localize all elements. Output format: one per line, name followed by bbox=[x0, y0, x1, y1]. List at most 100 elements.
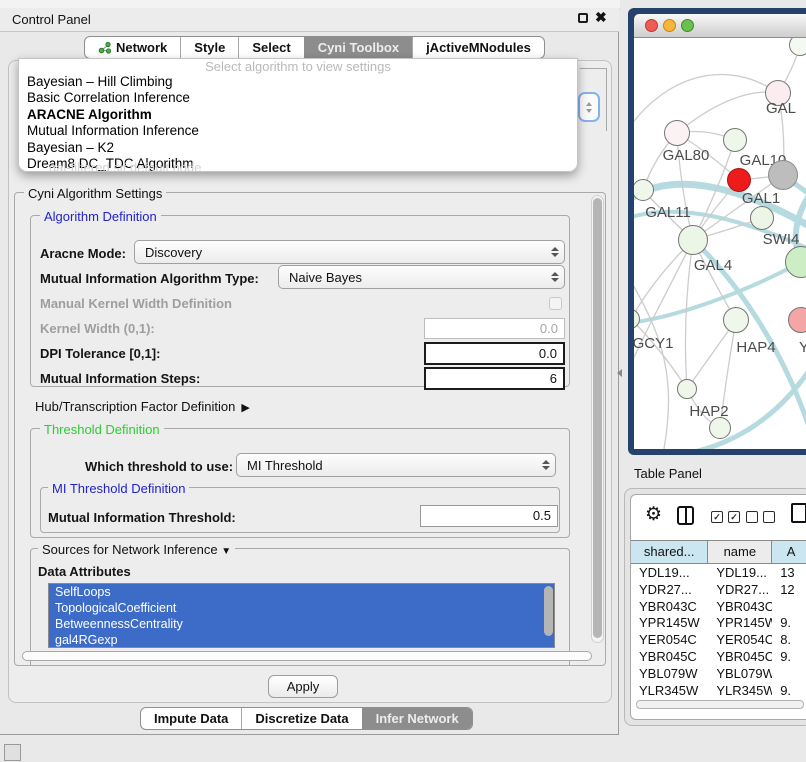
expand-arrow-icon[interactable]: ▶ bbox=[241, 401, 249, 414]
tab-discretize-data[interactable]: Discretize Data bbox=[241, 708, 361, 729]
tab-network[interactable]: Network bbox=[85, 37, 180, 58]
manual-kernel-label: Manual Kernel Width Definition bbox=[40, 296, 232, 311]
kernel-width-label: Kernel Width (0,1): bbox=[40, 321, 155, 336]
table-row[interactable]: YBR043CYBR043C bbox=[631, 599, 806, 616]
aracne-mode-select[interactable]: Discovery bbox=[134, 240, 565, 264]
tab-infer-network[interactable]: Infer Network bbox=[362, 708, 472, 729]
dpi-tolerance-field[interactable]: 0.0 bbox=[424, 342, 565, 365]
mi-threshold-field[interactable]: 0.5 bbox=[420, 505, 558, 527]
settings-hscrollbar-thumb[interactable] bbox=[22, 651, 592, 661]
table-row[interactable]: YER054CYER054C8. bbox=[631, 632, 806, 649]
collapse-arrow-icon[interactable]: ▼ bbox=[221, 546, 231, 557]
close-window-icon[interactable] bbox=[645, 19, 658, 32]
table-row[interactable]: YBR045CYBR045C9. bbox=[631, 649, 806, 666]
network-node-gal10[interactable] bbox=[723, 128, 747, 152]
network-node-gal80[interactable] bbox=[664, 120, 690, 146]
panel-divider-arrow-icon[interactable] bbox=[617, 369, 622, 377]
table-row[interactable]: YPR145WYPR145W9. bbox=[631, 615, 806, 632]
table-cell: YBR045C bbox=[631, 649, 708, 666]
hub-definition-section[interactable]: Hub/Transcription Factor Definition▶ bbox=[35, 399, 250, 414]
tab-jactivemnodules[interactable]: jActiveMNodules bbox=[412, 37, 544, 58]
network-window-titlebar[interactable] bbox=[634, 14, 806, 38]
attributes-list-scrollbar-thumb[interactable] bbox=[544, 586, 553, 636]
gear-icon[interactable]: ⚙ bbox=[645, 503, 662, 526]
table-cell: YLR345W bbox=[631, 683, 708, 700]
network-node-hap4[interactable] bbox=[723, 307, 749, 333]
kernel-width-field[interactable]: 0.0 bbox=[424, 318, 565, 339]
algorithm-option[interactable]: Mutual Information Inference bbox=[19, 123, 577, 139]
tab-label: Impute Data bbox=[154, 708, 228, 729]
cyni-settings-group-title: Cyni Algorithm Settings bbox=[24, 186, 166, 201]
select-all-columns-icon[interactable]: ✓✓ bbox=[711, 511, 740, 523]
dropdown-placeholder: Select algorithm to view settings bbox=[19, 59, 577, 74]
apply-button[interactable]: Apply bbox=[268, 675, 338, 698]
data-attribute-item[interactable]: BetweennessCentrality bbox=[49, 616, 554, 632]
network-node-label: GAL4 bbox=[694, 257, 732, 274]
network-node-label: GAL11 bbox=[645, 204, 691, 221]
new-table-icon[interactable] bbox=[791, 503, 806, 523]
network-node[interactable] bbox=[709, 417, 731, 439]
bottom-tab-bar: Impute Data Discretize DataInfer Network bbox=[140, 707, 473, 730]
table-header: shared...nameA bbox=[631, 540, 806, 564]
network-canvas[interactable]: GALGAL80GAL10GAL1GAL11SWI4GAL4GCY1HAP4YH… bbox=[634, 38, 806, 449]
table-row[interactable]: YDL19...YDL19...13 bbox=[631, 565, 806, 582]
table-cell: 9. bbox=[772, 649, 806, 666]
sources-group-title[interactable]: Sources for Network Inference ▼ bbox=[38, 542, 235, 557]
table-row[interactable]: YBL079WYBL079W bbox=[631, 666, 806, 683]
network-node-hap2[interactable] bbox=[677, 379, 697, 399]
close-panel-icon: ✖ bbox=[595, 9, 607, 26]
data-attributes-list[interactable]: SelfLoopsTopologicalCoefficientBetweenne… bbox=[48, 583, 555, 648]
mi-steps-field[interactable]: 6 bbox=[424, 367, 565, 390]
network-node-label: GAL1 bbox=[742, 190, 780, 207]
mi-threshold-label: Mutual Information Threshold: bbox=[48, 510, 236, 525]
checked-box-icon: ✓ bbox=[728, 511, 740, 523]
column-header-name[interactable]: name bbox=[708, 541, 772, 563]
algorithm-option[interactable]: ARACNE Algorithm bbox=[19, 107, 577, 123]
mi-threshold-group-title: MI Threshold Definition bbox=[48, 481, 189, 496]
network-node-gal1[interactable] bbox=[727, 168, 751, 192]
tab-impute-data[interactable]: Impute Data bbox=[141, 708, 241, 729]
algorithm-option[interactable]: Basic Correlation Inference bbox=[19, 90, 577, 106]
table-cell: 13 bbox=[772, 565, 806, 582]
tab-label: Style bbox=[194, 37, 225, 58]
sources-title-text: Sources for Network Inference bbox=[42, 542, 218, 557]
column-header-a[interactable]: A bbox=[772, 541, 806, 563]
tab-style[interactable]: Style bbox=[180, 37, 238, 58]
mi-type-value: Naive Bayes bbox=[279, 270, 546, 285]
settings-scrollbar-thumb[interactable] bbox=[593, 198, 602, 638]
mi-steps-label: Mutual Information Steps: bbox=[40, 371, 200, 386]
data-attribute-item[interactable]: SelfLoops bbox=[49, 584, 554, 600]
algorithm-option[interactable]: Bayesian – K2 bbox=[19, 140, 577, 156]
manual-kernel-checkbox[interactable] bbox=[549, 297, 562, 310]
tab-label: jActiveMNodules bbox=[426, 37, 531, 58]
table-row[interactable]: YLR345WYLR345W9. bbox=[631, 683, 806, 700]
deselect-all-columns-icon[interactable] bbox=[746, 511, 775, 523]
table-cell: YDR27... bbox=[708, 582, 772, 599]
zoom-window-icon[interactable] bbox=[681, 19, 694, 32]
table-cell: YBR043C bbox=[708, 599, 772, 616]
table-hscrollbar-thumb[interactable] bbox=[636, 700, 804, 709]
data-attribute-item[interactable]: gal4RGexp bbox=[49, 632, 554, 648]
combo-arrows-icon bbox=[537, 460, 555, 470]
tab-select[interactable]: Select bbox=[238, 37, 303, 58]
table-cell: YDR27... bbox=[631, 582, 708, 599]
tab-cyni-toolbox[interactable]: Cyni Toolbox bbox=[304, 37, 412, 58]
table-row[interactable]: YDR27...YDR27...12 bbox=[631, 582, 806, 599]
network-node[interactable] bbox=[768, 160, 798, 190]
mi-type-select[interactable]: Naive Bayes bbox=[278, 265, 565, 289]
network-node-gal4[interactable] bbox=[678, 225, 708, 255]
collapsed-panel-icon[interactable] bbox=[4, 744, 21, 761]
table-cell: YBR043C bbox=[631, 599, 708, 616]
network-node-swi4[interactable] bbox=[750, 206, 774, 230]
minimize-window-icon[interactable] bbox=[663, 19, 676, 32]
column-header-shared-[interactable]: shared... bbox=[631, 541, 708, 563]
combo-arrows-icon bbox=[546, 272, 564, 282]
float-window-icon[interactable] bbox=[578, 13, 588, 23]
which-threshold-select[interactable]: MI Threshold bbox=[236, 453, 556, 477]
algorithm-option[interactable]: Bayesian – Hill Climbing bbox=[19, 74, 577, 90]
show-columns-icon[interactable] bbox=[677, 506, 694, 525]
ghost-combo-text: gal-filtered.sif default node bbox=[49, 160, 201, 171]
screen: Control Panel ✖ NetworkStyleSelectCyni T… bbox=[0, 0, 806, 762]
data-attribute-item[interactable]: TopologicalCoefficient bbox=[49, 600, 554, 616]
inference-algorithm-combo-stepper[interactable] bbox=[578, 92, 600, 122]
